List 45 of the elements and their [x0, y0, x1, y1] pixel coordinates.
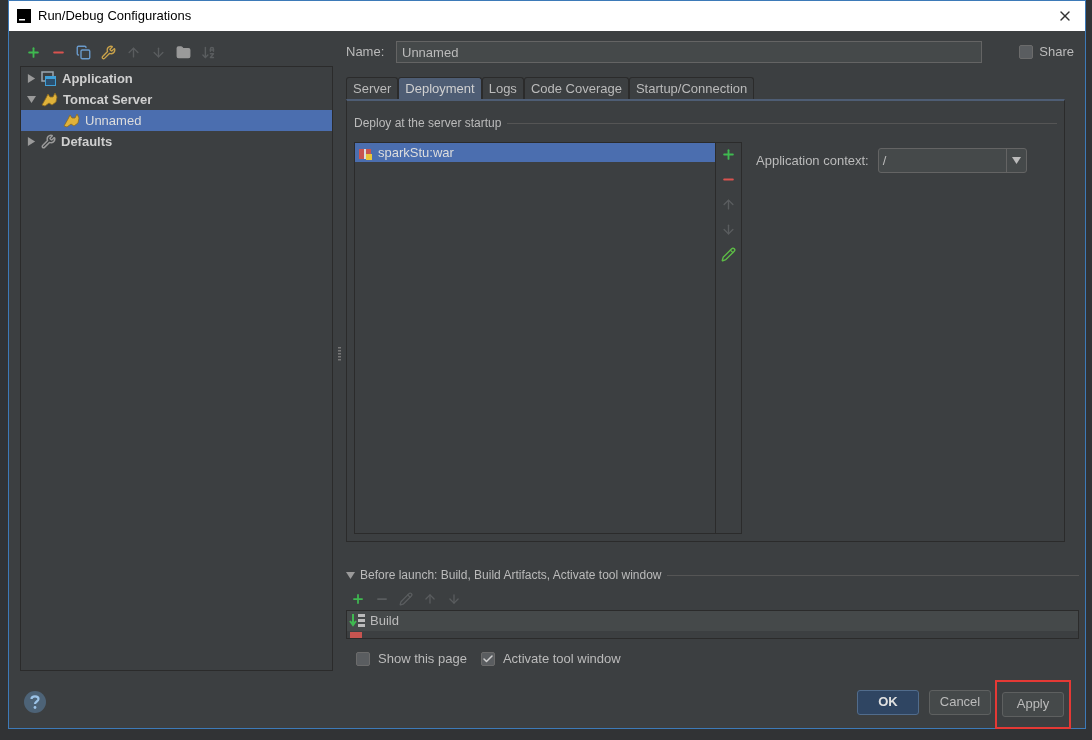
- option-checkbox[interactable]: [356, 651, 370, 666]
- dialog-button[interactable]: OK: [857, 689, 919, 715]
- tab[interactable]: Deployment: [398, 77, 482, 99]
- dialog-button[interactable]: Apply: [1002, 691, 1064, 717]
- name-label: Name:: [346, 43, 386, 62]
- pencil-icon[interactable]: [721, 247, 736, 262]
- copy-icon[interactable]: [76, 44, 91, 60]
- artifact-item[interactable]: sparkStu:war: [355, 143, 715, 162]
- tree-item[interactable]: Unnamed: [21, 110, 332, 131]
- option-checkbox[interactable]: [480, 651, 495, 666]
- share-checkbox[interactable]: [1019, 45, 1034, 59]
- expand-arrow-icon[interactable]: [27, 74, 36, 83]
- tree-item[interactable]: Application: [21, 68, 332, 89]
- context-label: Application context:: [756, 152, 869, 170]
- dialog-button[interactable]: Cancel: [929, 689, 991, 715]
- wrench-icon[interactable]: [101, 44, 116, 60]
- option-label: Show this page: [378, 650, 467, 668]
- add-icon[interactable]: [351, 592, 365, 606]
- tab[interactable]: Startup/Connection: [628, 77, 755, 99]
- tab[interactable]: Server: [346, 77, 399, 99]
- build-icon: [349, 613, 367, 629]
- task-item[interactable]: Build: [347, 611, 1078, 631]
- tab[interactable]: Code Coverage: [523, 77, 629, 99]
- name-field[interactable]: Unnamed: [396, 41, 982, 63]
- dropdown-arrow-icon: [1011, 157, 1021, 164]
- tree-item[interactable]: Defaults: [21, 131, 332, 152]
- tab[interactable]: Logs: [481, 77, 524, 99]
- tree-item[interactable]: Tomcat Server: [21, 89, 332, 110]
- wrench-icon: [41, 134, 56, 149]
- folder-icon[interactable]: [176, 44, 191, 60]
- option-label: Activate tool window: [502, 650, 621, 668]
- window-icon: [41, 70, 57, 87]
- section-title: Deploy at the server startup: [354, 115, 502, 132]
- context-combo[interactable]: /: [877, 148, 1027, 173]
- add-icon[interactable]: [721, 147, 736, 162]
- expand-arrow-icon[interactable]: [27, 137, 36, 146]
- share-label: Share: [1039, 43, 1074, 62]
- app-logo-icon: [17, 9, 31, 23]
- add-icon[interactable]: [26, 44, 41, 60]
- help-icon[interactable]: [23, 690, 47, 714]
- before-launch-title[interactable]: Before launch: Build, Build Artifacts, Activate tool window: [360, 566, 662, 584]
- window-title: Run/Debug Configurations: [38, 7, 192, 26]
- collapse-arrow-icon[interactable]: [27, 95, 36, 104]
- collapse-arrow-icon[interactable]: [346, 570, 355, 580]
- splitter-handle-icon[interactable]: [337, 346, 341, 361]
